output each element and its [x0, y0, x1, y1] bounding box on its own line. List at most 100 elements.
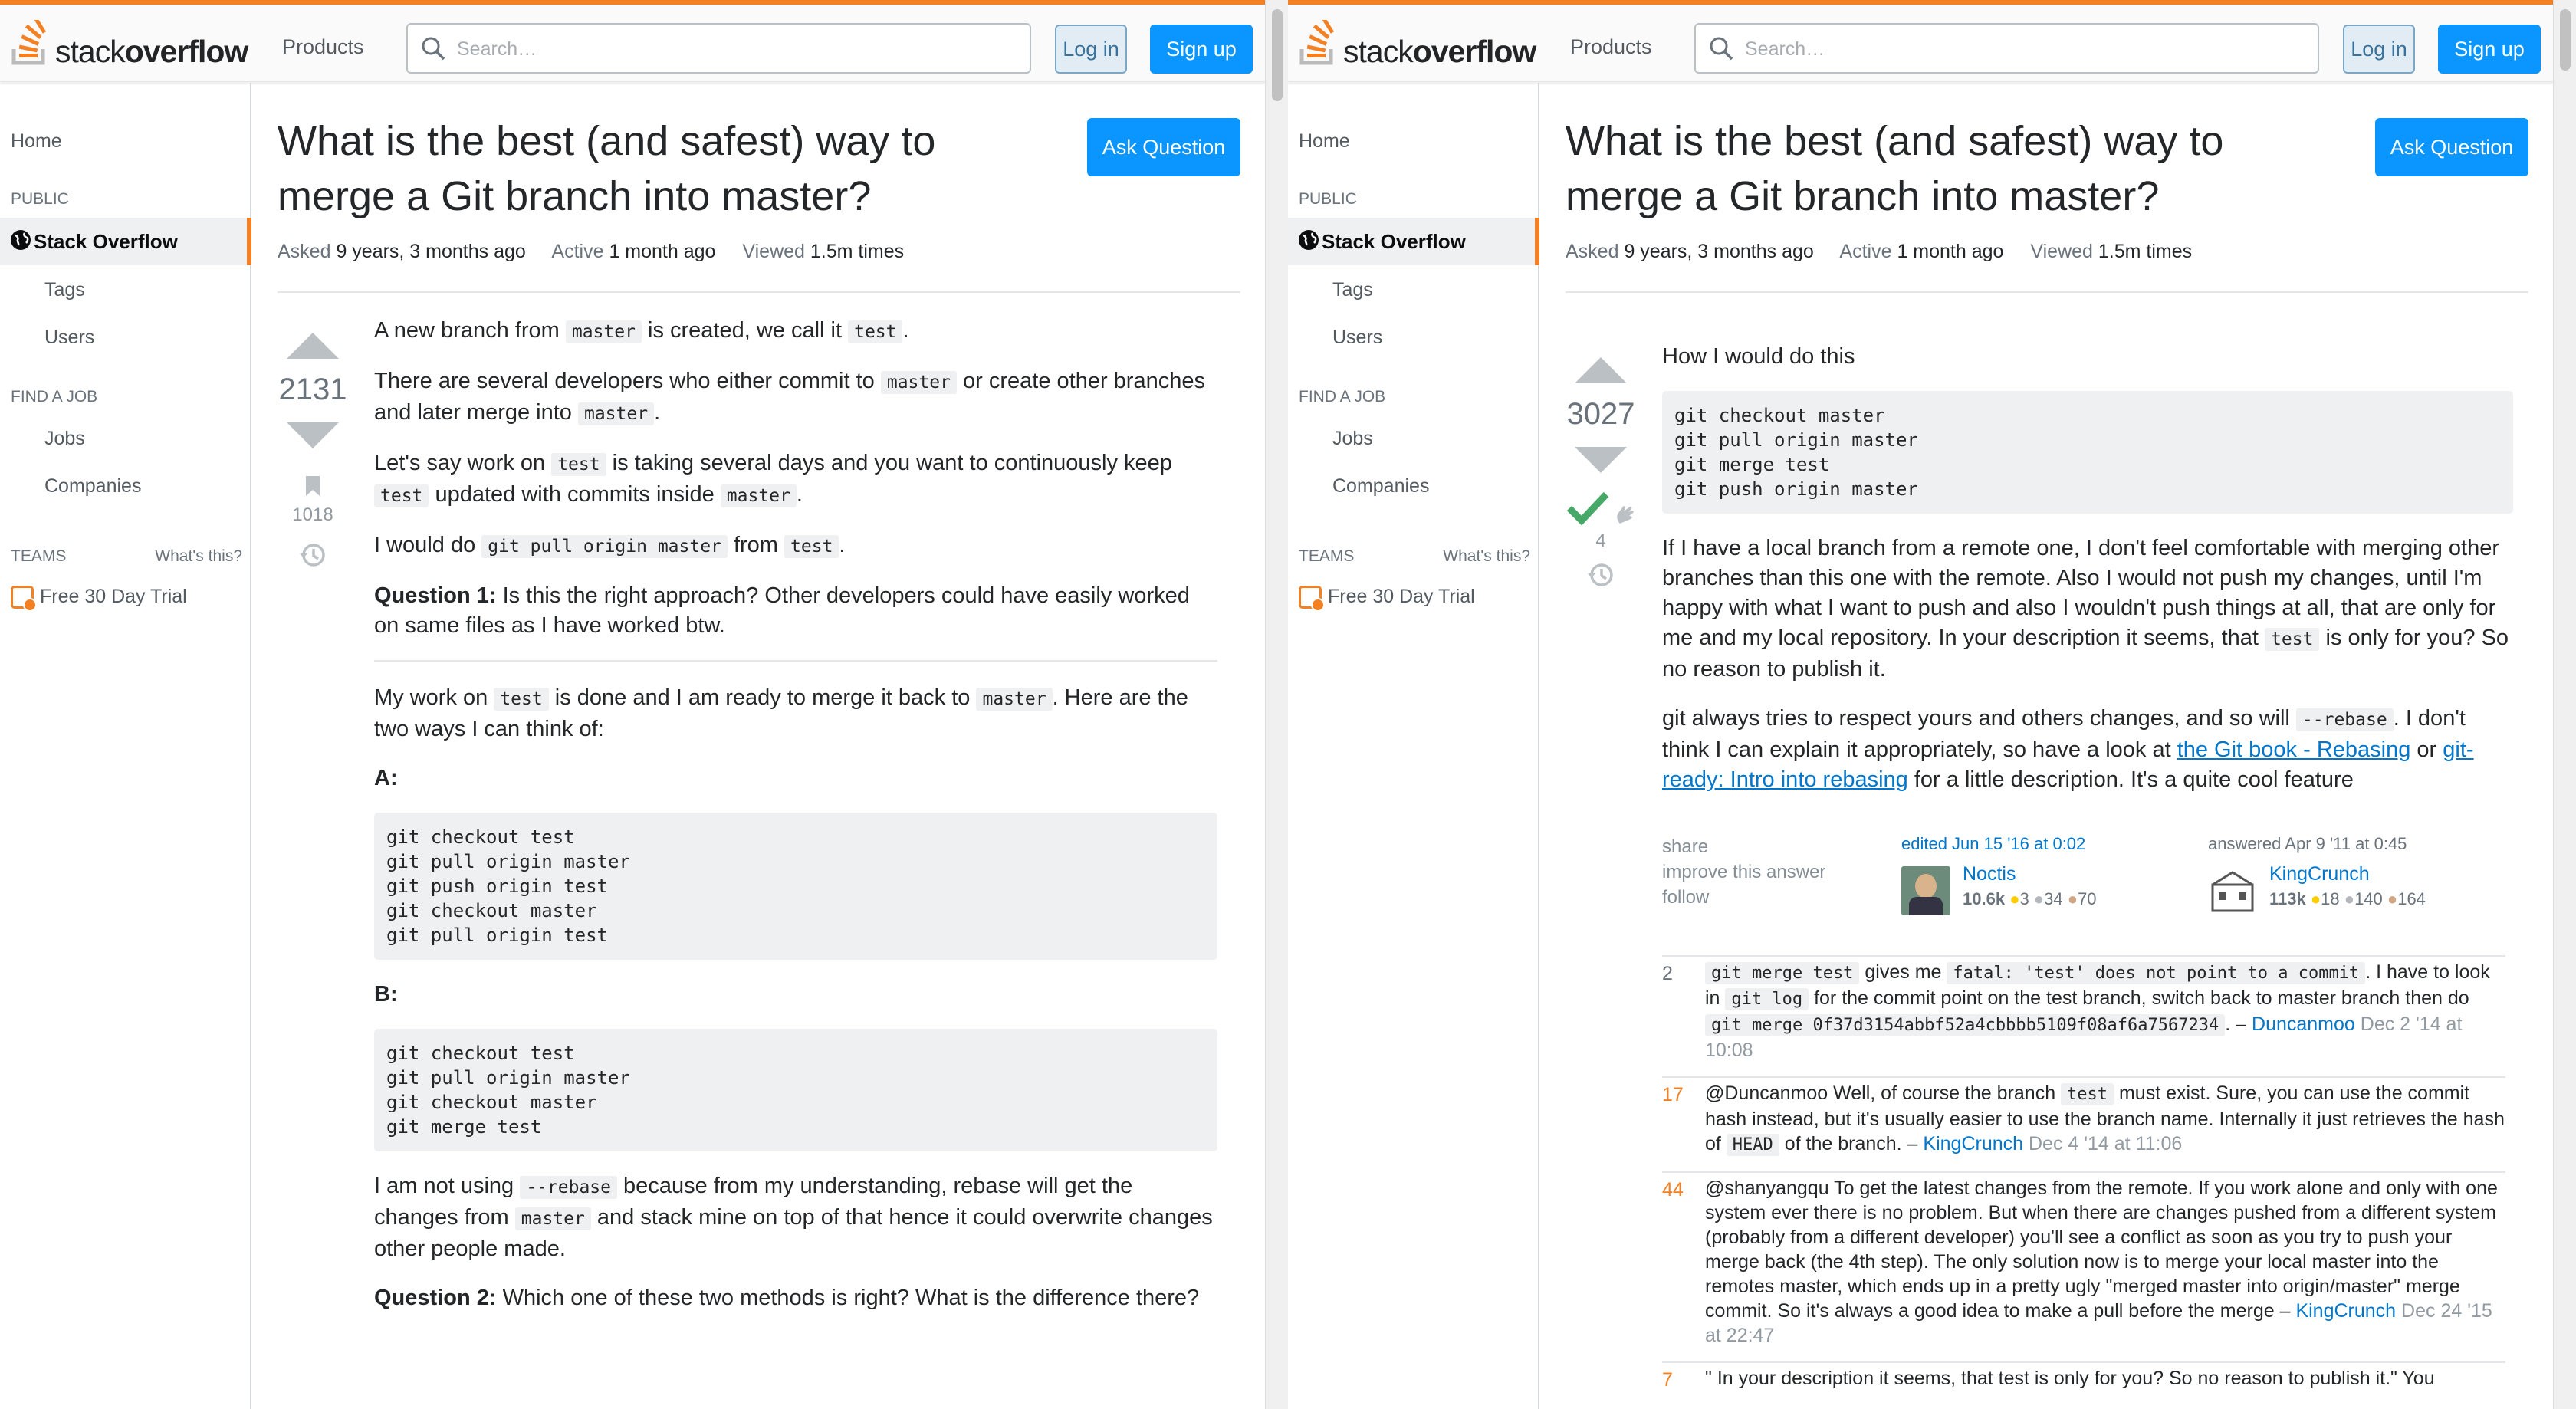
whats-this-link[interactable]: What's this?: [155, 547, 242, 566]
active-value[interactable]: 1 month ago: [1897, 241, 2003, 262]
sidebar-item-home[interactable]: Home: [11, 130, 62, 153]
history-icon[interactable]: [297, 540, 328, 570]
comment: 17 @Duncanmoo Well, of course the branch …: [1662, 1076, 2505, 1168]
asked-label: Asked: [1566, 241, 1619, 262]
comment-text: " In your description it seems, that tes…: [1705, 1368, 2435, 1389]
question-meta: Asked 9 years, 3 months ago Active 1 mon…: [278, 241, 904, 263]
left-sidebar: Home PUBLIC Stack Overflow Tags Users FI…: [0, 83, 251, 1409]
stack-icon: [1300, 15, 1335, 65]
scrollbar[interactable]: [1265, 0, 1288, 1409]
login-button[interactable]: Log in: [1055, 25, 1127, 74]
option-a-label: A:: [374, 766, 398, 790]
logo-wordmark: stackoverflow: [55, 34, 248, 69]
login-button[interactable]: Log in: [2343, 25, 2415, 74]
sidebar-heading-find-job: FIND A JOB: [1299, 388, 1386, 406]
comment-user-link[interactable]: KingCrunch: [2295, 1300, 2396, 1322]
author-avatar[interactable]: [2208, 866, 2257, 915]
asked-label: Asked: [278, 241, 331, 262]
stackoverflow-logo[interactable]: stackoverflow: [1299, 15, 1536, 74]
bookmark-icon[interactable]: [304, 475, 322, 498]
signup-button[interactable]: Sign up: [1150, 25, 1253, 74]
question-title[interactable]: What is the best (and safest) way to mer…: [1566, 113, 2340, 224]
active-label: Active: [1839, 241, 1892, 262]
bounty-hand-icon: [1617, 506, 1634, 524]
free-trial-label: Free 30 Day Trial: [1328, 586, 1475, 607]
viewed-value: 1.5m times: [810, 241, 905, 262]
upvote-icon[interactable]: [1575, 357, 1627, 383]
search-icon: [422, 37, 445, 61]
scrollbar[interactable]: [2553, 0, 2576, 1409]
answer-score: 3027: [1566, 397, 1635, 431]
viewed-label: Viewed: [2030, 241, 2093, 262]
comment: 2 git merge test gives me fatal: 'test' d…: [1662, 955, 2505, 1073]
whats-this-link[interactable]: What's this?: [1443, 547, 1530, 566]
comment-score: 2: [1662, 963, 1673, 984]
free-trial-link[interactable]: Free 30 Day Trial: [11, 586, 187, 613]
search-input[interactable]: Search…: [1694, 23, 2319, 74]
scrollbar-thumb[interactable]: [2560, 9, 2571, 71]
upvote-icon[interactable]: [287, 333, 339, 359]
search-input[interactable]: Search…: [406, 23, 1031, 74]
improve-answer-link[interactable]: improve this answer: [1662, 859, 1825, 885]
comment-user-link[interactable]: Duncanmoo: [2252, 1013, 2355, 1035]
sidebar-item-tags[interactable]: Tags: [1332, 279, 1373, 301]
top-bar: stackoverflow Products Search… Log in Si…: [0, 0, 1288, 82]
sidebar-item-jobs[interactable]: Jobs: [44, 428, 85, 450]
follow-link[interactable]: follow: [1662, 885, 1825, 910]
question-vote-cell: 2131 1018: [274, 333, 351, 574]
answer-code-block: git checkout master git pull origin mast…: [1662, 391, 2513, 514]
edited-timestamp[interactable]: edited Jun 15 '16 at 0:02: [1901, 834, 2193, 854]
sidebar-item-jobs[interactable]: Jobs: [1332, 428, 1373, 450]
sidebar-item-home[interactable]: Home: [1299, 130, 1350, 153]
active-value[interactable]: 1 month ago: [609, 241, 715, 262]
stackoverflow-logo[interactable]: stackoverflow: [11, 15, 248, 74]
sidebar-item-users[interactable]: Users: [1332, 327, 1382, 349]
code-block-b: git checkout test git pull origin master…: [374, 1029, 1217, 1151]
viewed-label: Viewed: [742, 241, 805, 262]
answer-window: stackoverflow Products Search… Log in Si…: [1288, 0, 2576, 1409]
sidebar-item-companies[interactable]: Companies: [1332, 475, 1429, 498]
ask-question-button[interactable]: Ask Question: [2375, 118, 2528, 176]
signup-button[interactable]: Sign up: [2438, 25, 2541, 74]
post-divider: [374, 660, 1217, 662]
scrollbar-thumb[interactable]: [1272, 9, 1283, 101]
share-link[interactable]: share: [1662, 834, 1825, 859]
comment: 44 @shanyangqu To get the latest changes …: [1662, 1171, 2505, 1358]
globe-icon: [1299, 230, 1319, 250]
sidebar-item-stack-overflow[interactable]: Stack Overflow: [1288, 218, 1539, 265]
title-divider: [1566, 291, 2528, 293]
products-menu[interactable]: Products: [282, 35, 364, 59]
sidebar-heading-public: PUBLIC: [11, 190, 69, 208]
author-card: answered Apr 9 '11 at 0:45 KingCrunch 11…: [2208, 834, 2499, 915]
accepted-checkmark-icon: [1566, 491, 1609, 526]
briefcase-icon: [11, 586, 37, 613]
products-menu[interactable]: Products: [1570, 35, 1652, 59]
globe-icon: [11, 230, 31, 250]
question-paragraph: I would do git pull origin master from t…: [374, 533, 846, 558]
search-icon: [1710, 37, 1733, 61]
history-icon[interactable]: [1585, 560, 1616, 590]
ask-question-button[interactable]: Ask Question: [1087, 118, 1240, 176]
comment-user-link[interactable]: KingCrunch: [1923, 1133, 2023, 1154]
free-trial-link[interactable]: Free 30 Day Trial: [1299, 586, 1475, 613]
sidebar-item-companies[interactable]: Companies: [44, 475, 141, 498]
comment-timestamp[interactable]: Dec 4 '14 at 11:06: [2023, 1133, 2182, 1154]
sidebar-item-tags[interactable]: Tags: [44, 279, 85, 301]
question-meta: Asked 9 years, 3 months ago Active 1 mon…: [1566, 241, 2192, 263]
sidebar-item-stack-overflow[interactable]: Stack Overflow: [0, 218, 251, 265]
answer-intro: How I would do this: [1662, 344, 1855, 369]
editor-avatar[interactable]: [1901, 866, 1950, 915]
question-title[interactable]: What is the best (and safest) way to mer…: [278, 113, 1052, 224]
editor-name[interactable]: Noctis: [1963, 863, 2016, 885]
answer-vote-cell: 3027 4: [1562, 357, 1639, 594]
downvote-icon[interactable]: [287, 422, 339, 448]
git-book-rebasing-link[interactable]: the Git book - Rebasing: [2177, 737, 2411, 762]
code-block-a: git checkout test git pull origin master…: [374, 813, 1217, 960]
downvote-icon[interactable]: [1575, 447, 1627, 473]
answer-body: How I would do this git checkout master …: [1662, 342, 2513, 814]
author-name[interactable]: KingCrunch: [2269, 863, 2370, 885]
answered-timestamp: answered Apr 9 '11 at 0:45: [2208, 834, 2407, 853]
post-menu: share improve this answer follow: [1662, 834, 1825, 910]
sidebar-item-label: Stack Overflow: [34, 230, 178, 253]
sidebar-item-users[interactable]: Users: [44, 327, 94, 349]
